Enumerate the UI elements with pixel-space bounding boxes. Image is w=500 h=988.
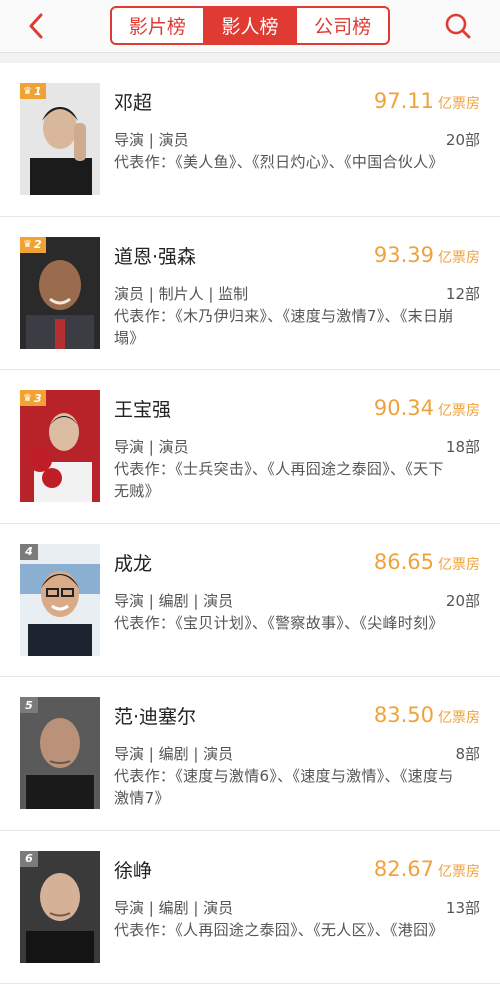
person-name: 徐峥 <box>114 859 153 882</box>
box-office-unit: 亿票房 <box>438 710 480 726</box>
person-photo: ♛ 1 <box>20 83 100 195</box>
representative-works: 代表作：《美人鱼》、《烈日灼心》、《中国合伙人》 <box>114 153 444 171</box>
film-count: 13部 <box>445 898 480 917</box>
person-roles: 导演 | 编剧 | 演员 <box>114 898 234 917</box>
box-office-unit: 亿票房 <box>438 556 480 573</box>
film-count: 20部 <box>445 591 480 610</box>
box-office-value: 97.11 <box>373 89 434 113</box>
search-icon <box>445 13 471 39</box>
rank-badge: ♛ 2 <box>20 236 46 253</box>
box-office-value: 90.34 <box>373 396 434 420</box>
list-item[interactable]: ♛ 1 邓超 97.11 亿票房 导演 | 演员 20部 代表作：《美人鱼》、《烈日… <box>0 63 500 217</box>
tab-movies[interactable]: 影片榜 <box>112 8 205 43</box>
rank-badge: 6 <box>20 850 38 867</box>
person-name: 范·迪塞尔 <box>114 706 197 728</box>
film-count: 12部 <box>445 284 480 303</box>
box-office-value: 83.50 <box>373 703 434 727</box>
person-photo: 5 <box>20 697 100 809</box>
person-name: 王宝强 <box>114 399 172 421</box>
box-office-unit: 亿票房 <box>438 863 480 880</box>
film-count: 8部 <box>455 745 480 763</box>
rank-badge: 4 <box>20 543 38 560</box>
person-roles: 演员 | 制片人 | 监制 <box>114 284 249 303</box>
box-office: 82.67 亿票房 <box>374 857 480 881</box>
box-office: 90.34 亿票房 <box>374 396 480 420</box>
list-item[interactable]: ♛ 2 道恩·强森 93.39 亿票房 演员 | 制片人 | 监制 12部 代表作：… <box>0 217 500 370</box>
person-roles: 导演 | 演员 <box>114 438 189 456</box>
box-office: 97.11 亿票房 <box>374 89 480 113</box>
list-item[interactable]: ♛ 3 王宝强 90.34 亿票房 导演 | 演员 18部 代表作：《士兵突击》、《… <box>0 370 500 524</box>
tab-people[interactable]: 影人榜 <box>204 8 298 43</box>
box-office: 86.65 亿票房 <box>374 550 480 574</box>
back-button[interactable] <box>22 10 50 42</box>
person-name: 邓超 <box>114 92 153 114</box>
box-office-unit: 亿票房 <box>438 96 480 112</box>
representative-works: 代表作：《士兵突击》、《人再囧途之泰囧》、《天下无贼》 <box>114 460 444 500</box>
person-roles: 导演 | 编剧 | 演员 <box>114 591 234 610</box>
ranking-tabs: 影片榜 影人榜 公司榜 <box>110 6 390 45</box>
search-button[interactable] <box>442 10 474 42</box>
representative-works: 代表作：《木乃伊归来》、《速度与激情7》、《末日崩塌》 <box>114 306 454 347</box>
box-office-unit: 亿票房 <box>438 249 480 266</box>
person-photo: ♛ 2 <box>20 236 100 349</box>
box-office-unit: 亿票房 <box>438 403 480 419</box>
person-roles: 导演 | 编剧 | 演员 <box>114 745 234 763</box>
representative-works: 代表作：《速度与激情6》、《速度与激情》、《速度与激情7》 <box>114 767 454 807</box>
representative-works: 代表作：《人再囧途之泰囧》、《无人区》、《港囧》 <box>114 920 444 939</box>
people-ranking-list: ♛ 1 邓超 97.11 亿票房 导演 | 演员 20部 代表作：《美人鱼》、《烈日… <box>0 63 500 988</box>
box-office-value: 93.39 <box>373 242 434 267</box>
box-office: 83.50 亿票房 <box>374 703 480 727</box>
person-photo: 6 <box>20 850 100 963</box>
film-count: 18部 <box>445 438 480 456</box>
person-name: 道恩·强森 <box>114 245 197 268</box>
rank-badge: 5 <box>20 697 38 713</box>
crown-icon: ♛ <box>23 239 32 250</box>
person-photo: 4 <box>20 543 100 656</box>
tab-companies[interactable]: 公司榜 <box>297 8 388 43</box>
crown-icon: ♛ <box>23 392 32 404</box>
list-item[interactable]: 5 范·迪塞尔 83.50 亿票房 导演 | 编剧 | 演员 8部 代表作：《速度… <box>0 677 500 831</box>
box-office-value: 86.65 <box>373 549 434 574</box>
list-item[interactable]: 4 成龙 86.65 亿票房 导演 | 编剧 | 演员 20部 代表作：《宝贝计划… <box>0 524 500 677</box>
representative-works: 代表作：《宝贝计划》、《警察故事》、《尖峰时刻》 <box>114 613 444 632</box>
person-photo: ♛ 3 <box>20 390 100 502</box>
chevron-left-icon <box>29 13 43 39</box>
rank-badge: ♛ 1 <box>20 83 46 99</box>
rank-badge: ♛ 3 <box>20 390 46 406</box>
film-count: 20部 <box>445 131 480 149</box>
person-roles: 导演 | 演员 <box>114 131 189 149</box>
box-office-value: 82.67 <box>373 856 434 881</box>
crown-icon: ♛ <box>23 85 32 97</box>
list-item[interactable]: 6 徐峥 82.67 亿票房 导演 | 编剧 | 演员 13部 代表作：《人再囧途… <box>0 831 500 984</box>
top-bar: 影片榜 影人榜 公司榜 <box>0 0 500 53</box>
person-name: 成龙 <box>114 552 153 575</box>
box-office: 93.39 亿票房 <box>374 243 480 267</box>
